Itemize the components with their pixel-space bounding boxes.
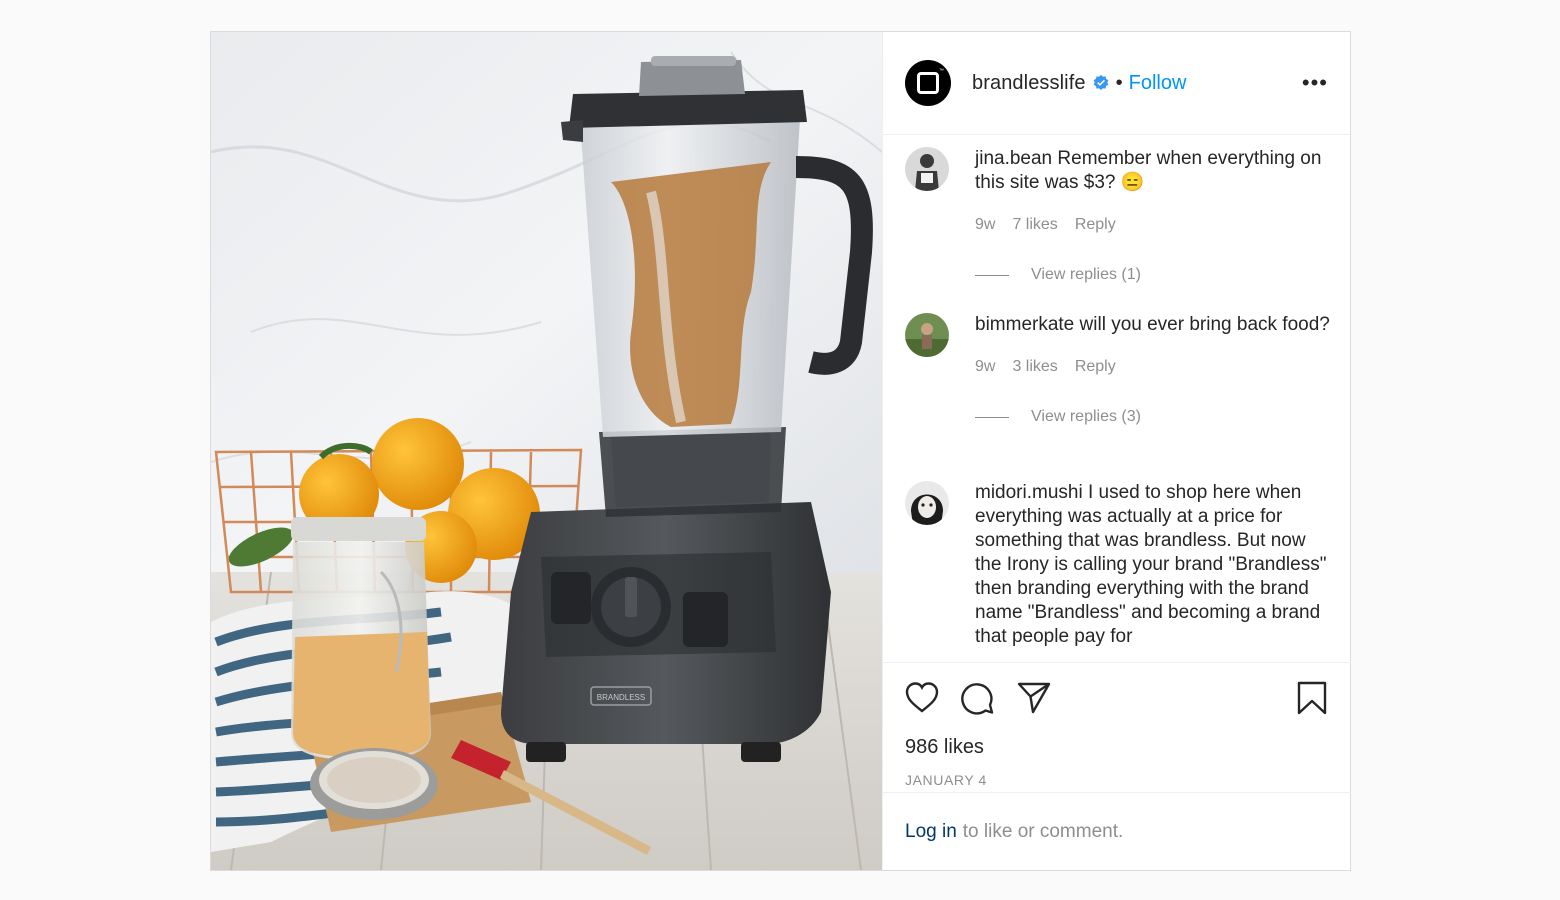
- comment-icon[interactable]: [961, 681, 995, 715]
- heart-icon[interactable]: [905, 681, 939, 715]
- comment-age[interactable]: 9w: [975, 213, 995, 237]
- follow-button[interactable]: Follow: [1129, 72, 1187, 95]
- comment-username[interactable]: midori.mushi: [975, 482, 1083, 503]
- login-prompt-text: to like or comment.: [962, 820, 1124, 842]
- comment-username[interactable]: bimmerkate: [975, 314, 1074, 335]
- comment-text-line: jina.bean Remember when everything on th…: [975, 147, 1331, 195]
- reply-button[interactable]: Reply: [1075, 213, 1116, 237]
- comment-item: jina.bean Remember when everything on th…: [905, 147, 1335, 287]
- replies-divider: [975, 416, 1009, 418]
- more-options-icon[interactable]: •••: [1302, 70, 1328, 96]
- avatar-image-icon: [905, 147, 949, 191]
- comment-likes[interactable]: 7 likes: [1012, 213, 1057, 237]
- view-replies-label: View replies (1): [1031, 266, 1141, 283]
- view-replies[interactable]: View replies (3): [975, 405, 1331, 429]
- comment-text-line: bimmerkate will you ever bring back food…: [975, 313, 1331, 337]
- account-username[interactable]: brandlesslife: [972, 72, 1086, 95]
- separator-dot: •: [1115, 71, 1123, 94]
- comment-item: midori.mushi I used to shop here when ev…: [905, 481, 1335, 649]
- comment-meta: 9w 7 likes Reply: [975, 213, 1331, 237]
- blender-product-photo: BRANDLESS: [211, 32, 882, 870]
- replies-divider: [975, 274, 1009, 276]
- commenter-avatar[interactable]: [905, 481, 949, 525]
- comment-body: midori.mushi I used to shop here when ev…: [975, 481, 1331, 649]
- comment-text-line: midori.mushi I used to shop here when ev…: [975, 481, 1331, 649]
- comment-body: bimmerkate will you ever bring back food…: [975, 313, 1331, 429]
- bookmark-icon[interactable]: [1295, 681, 1329, 715]
- view-replies[interactable]: View replies (1): [975, 263, 1331, 287]
- comment-likes[interactable]: 3 likes: [1012, 355, 1057, 379]
- avatar-image-icon: [905, 481, 949, 525]
- verified-badge-icon: [1093, 74, 1108, 91]
- comment-username[interactable]: jina.bean: [975, 148, 1052, 169]
- comment-body: jina.bean Remember when everything on th…: [975, 147, 1331, 287]
- post-actions: 986 likes JANUARY 4: [883, 662, 1351, 792]
- account-avatar[interactable]: ™: [905, 60, 951, 106]
- brand-logo-icon: ™: [917, 68, 944, 94]
- paper-plane-icon[interactable]: [1017, 681, 1051, 715]
- login-link[interactable]: Log in: [905, 821, 957, 843]
- comment-meta: 9w 3 likes Reply: [975, 355, 1331, 379]
- avatar-image-icon: [905, 313, 949, 357]
- comments-list[interactable]: jina.bean Remember when everything on th…: [883, 135, 1351, 662]
- post-date[interactable]: JANUARY 4: [905, 772, 1329, 788]
- comment-item: bimmerkate will you ever bring back food…: [905, 313, 1335, 429]
- reply-button[interactable]: Reply: [1075, 355, 1116, 379]
- comment-age[interactable]: 9w: [975, 355, 995, 379]
- action-icons-row: [905, 663, 1329, 733]
- post-header: ™ brandlesslife • Follow •••: [883, 32, 1350, 135]
- comment-text: I used to shop here when everything was …: [975, 482, 1327, 647]
- post-photo[interactable]: BRANDLESS: [211, 32, 882, 870]
- trademark-mark: ™: [939, 68, 944, 74]
- instagram-post: BRANDLESS ™ brandlesslife • Follow ••• j…: [210, 31, 1351, 871]
- likes-count[interactable]: 986 likes: [905, 736, 1329, 759]
- blender-brand-label: BRANDLESS: [597, 693, 645, 702]
- login-prompt: Log in to like or comment.: [883, 792, 1351, 870]
- view-replies-label: View replies (3): [1031, 408, 1141, 425]
- comment-text: will you ever bring back food?: [1079, 314, 1330, 335]
- commenter-avatar[interactable]: [905, 313, 949, 357]
- commenter-avatar[interactable]: [905, 147, 949, 191]
- post-side-panel: ™ brandlesslife • Follow ••• jina.bean R…: [882, 32, 1351, 870]
